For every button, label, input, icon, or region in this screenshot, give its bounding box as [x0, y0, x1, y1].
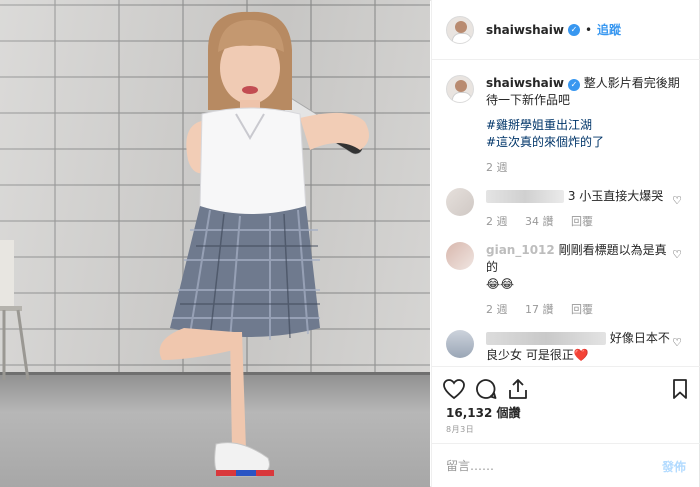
person-illustration — [159, 11, 369, 477]
comment-avatar[interactable] — [446, 330, 474, 358]
share-upload-icon[interactable] — [506, 377, 530, 401]
author-username[interactable]: shaiwshaiw — [486, 23, 564, 37]
caption: shaiwshaiw ✓ 整人影片看完後期待一下新作品吧 #雞掰學姐重出江湖 #這… — [446, 75, 686, 176]
post-date[interactable]: 8月3日 — [446, 424, 474, 435]
verified-badge-icon: ✓ — [567, 23, 580, 36]
comment-meta: 2 週 17 讚 回覆 — [486, 301, 676, 318]
comment-emoji: ❤️ — [573, 348, 589, 362]
comment-composer: 發佈 — [432, 443, 700, 487]
comment-emoji: 😂😂 — [486, 277, 515, 291]
reply-button[interactable]: 回覆 — [571, 303, 593, 316]
like-heart-icon[interactable] — [442, 377, 466, 401]
caption-username[interactable]: shaiwshaiw — [486, 76, 564, 90]
comment-item: 3 小玉直接大爆哭 2 週 34 讚 回覆 ♡ — [446, 188, 686, 230]
comments-list[interactable]: shaiwshaiw ✓ 整人影片看完後期待一下新作品吧 #雞掰學姐重出江湖 #這… — [432, 61, 700, 366]
caption-time[interactable]: 2 週 — [486, 161, 508, 174]
comment-item: gian_1012 剛剛看標題以為是真的 😂😂 2 週 17 讚 回覆 ♡ — [446, 242, 686, 318]
comment-bubble-icon[interactable] — [474, 377, 498, 401]
comment-username-blurred[interactable] — [486, 190, 564, 203]
post-panel: shaiwshaiw ✓ • 追蹤 shaiwshaiw ✓ 整人影片看完後期待一… — [431, 0, 700, 487]
comment-username-blurred[interactable] — [486, 332, 606, 345]
bookmark-save-icon[interactable] — [668, 377, 692, 401]
like-count[interactable]: 16,132 個讚 — [446, 404, 521, 421]
follow-button[interactable]: 追蹤 — [597, 21, 621, 38]
post-comment-button[interactable]: 發佈 — [662, 458, 686, 475]
comment-like-heart-icon[interactable]: ♡ — [672, 336, 682, 349]
post-photo[interactable] — [0, 0, 430, 487]
comment-avatar[interactable] — [446, 188, 474, 216]
comment-meta: 2 週 34 讚 回覆 — [486, 213, 676, 230]
comment-item: 好像日本不良少女 可是很正❤️ ♡ — [446, 330, 686, 364]
comment-text: 3 小玉直接大爆哭 — [567, 189, 664, 203]
comment-like-heart-icon[interactable]: ♡ — [672, 248, 682, 261]
post-header: shaiwshaiw ✓ • 追蹤 — [432, 0, 700, 60]
caption-avatar[interactable] — [446, 75, 474, 103]
comment-username[interactable]: gian_1012 — [486, 243, 555, 257]
reply-button[interactable]: 回覆 — [571, 215, 593, 228]
chair-illustration — [0, 240, 30, 380]
hashtag-link[interactable]: #雞掰學姐重出江湖 — [486, 117, 686, 134]
header-separator: • — [584, 22, 593, 37]
comment-likes[interactable]: 34 讚 — [525, 215, 554, 228]
hashtag-link[interactable]: #這次真的來個炸的了 — [486, 134, 686, 151]
author-avatar[interactable] — [446, 15, 474, 44]
comment-like-heart-icon[interactable]: ♡ — [672, 194, 682, 207]
comment-time[interactable]: 2 週 — [486, 303, 508, 316]
comment-likes[interactable]: 17 讚 — [525, 303, 554, 316]
caption-meta: 2 週 — [486, 159, 686, 176]
comment-time[interactable]: 2 週 — [486, 215, 508, 228]
comment-avatar[interactable] — [446, 242, 474, 270]
comment-input[interactable] — [446, 456, 646, 476]
verified-badge-icon: ✓ — [567, 79, 580, 91]
